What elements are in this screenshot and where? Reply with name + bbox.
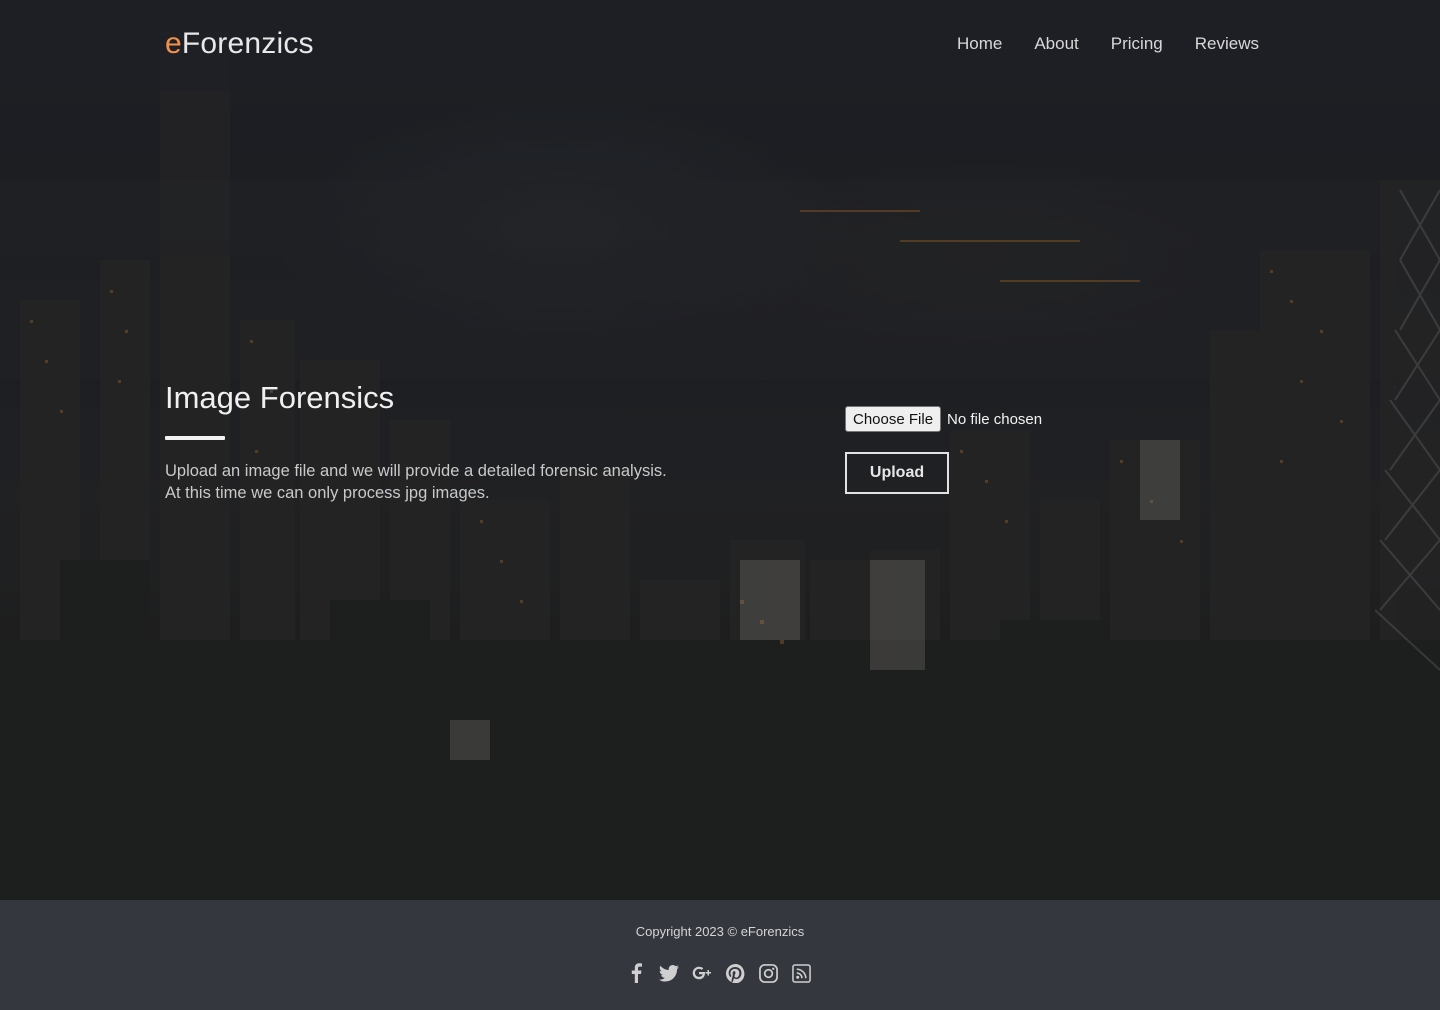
page-description: Upload an image file and we will provide… — [165, 460, 685, 504]
rss-icon[interactable] — [791, 962, 811, 984]
nav-home[interactable]: Home — [957, 34, 1002, 54]
nav-about[interactable]: About — [1034, 34, 1078, 54]
site-footer: Copyright 2023 © eForenzics — [0, 900, 1440, 1010]
file-status-text: No file chosen — [947, 410, 1043, 428]
social-links — [626, 962, 811, 984]
pinterest-icon[interactable] — [725, 962, 745, 984]
hero-overlay — [0, 0, 1440, 900]
page-title: Image Forensics — [165, 380, 395, 415]
site-logo[interactable]: eForenzics — [165, 27, 314, 61]
main-nav: Home About Pricing Reviews — [957, 34, 1259, 54]
nav-reviews[interactable]: Reviews — [1195, 34, 1259, 54]
title-underline — [165, 436, 225, 440]
logo-text: Forenzics — [181, 27, 314, 60]
copyright-text: Copyright 2023 © eForenzics — [635, 924, 805, 939]
upload-button[interactable]: Upload — [845, 452, 949, 494]
logo-accent: e — [165, 27, 182, 60]
file-input: Choose File No file chosen — [845, 406, 1042, 432]
description-line-2: At this time we can only process jpg ima… — [165, 484, 490, 502]
instagram-icon[interactable] — [758, 962, 778, 984]
twitter-icon[interactable] — [659, 962, 679, 984]
site-header: eForenzics Home About Pricing Reviews — [0, 0, 1440, 90]
google-plus-icon[interactable] — [692, 962, 712, 984]
description-line-1: Upload an image file and we will provide… — [165, 462, 667, 480]
facebook-icon[interactable] — [626, 962, 646, 984]
hero-background — [0, 0, 1440, 900]
choose-file-button[interactable]: Choose File — [845, 406, 942, 432]
nav-pricing[interactable]: Pricing — [1111, 34, 1163, 54]
